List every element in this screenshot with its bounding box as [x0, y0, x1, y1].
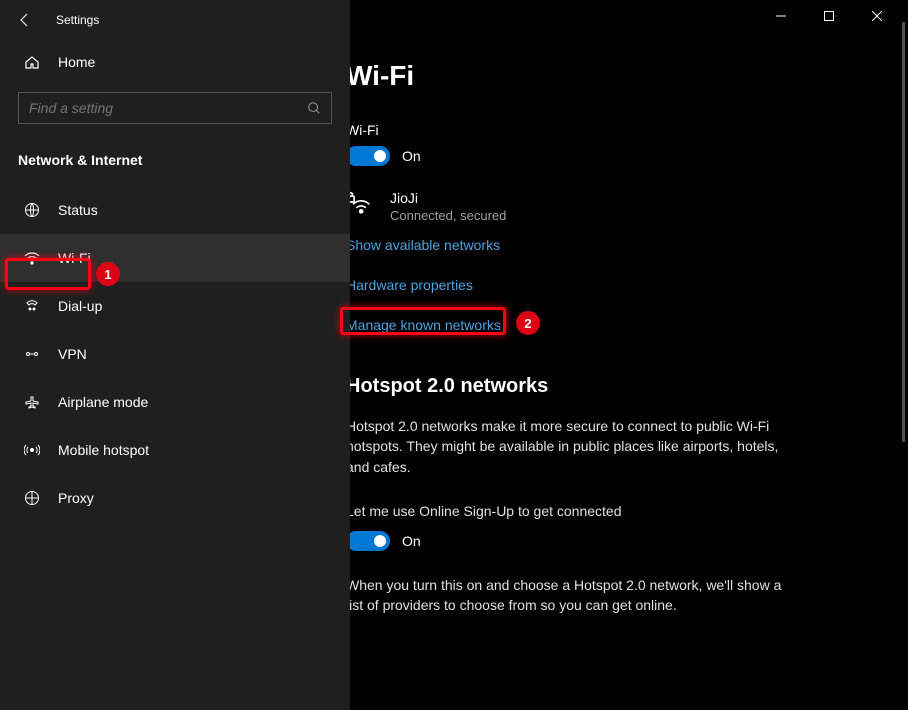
section-header: Network & Internet	[0, 138, 350, 186]
scrollbar[interactable]	[902, 0, 905, 710]
sidebar-item-label: Proxy	[58, 490, 94, 506]
sidebar-item-hotspot[interactable]: Mobile hotspot	[0, 426, 350, 474]
titlebar: Settings	[0, 0, 350, 40]
sidebar-item-proxy[interactable]: Proxy	[0, 474, 350, 522]
proxy-icon	[24, 490, 40, 506]
connection-name: JioJi	[390, 190, 506, 206]
sidebar-item-label: VPN	[58, 346, 87, 362]
connection-status: Connected, secured	[390, 208, 506, 223]
app-title: Settings	[56, 13, 99, 27]
signup-toggle-label: On	[402, 533, 421, 549]
home-nav[interactable]: Home	[0, 40, 350, 84]
wifi-secured-icon	[350, 190, 374, 214]
airplane-icon	[24, 394, 40, 410]
sidebar-item-vpn[interactable]: VPN	[0, 330, 350, 378]
current-connection: JioJi Connected, secured	[350, 190, 865, 223]
search-box[interactable]	[18, 92, 332, 124]
sidebar-item-airplane[interactable]: Airplane mode	[0, 378, 350, 426]
sidebar-item-label: Mobile hotspot	[58, 442, 149, 458]
search-input[interactable]	[29, 100, 307, 116]
sidebar-item-status[interactable]: Status	[0, 186, 350, 234]
search-icon	[307, 101, 321, 115]
hotspot-icon	[24, 442, 40, 458]
link-show-networks[interactable]: Show available networks	[350, 237, 865, 253]
annotation-badge-1: 1	[96, 262, 120, 286]
window-controls	[757, 0, 901, 32]
annotation-highlight-manage	[340, 307, 506, 335]
signup-label: Let me use Online Sign-Up to get connect…	[350, 501, 786, 521]
annotation-highlight-wifi	[5, 258, 91, 290]
back-button[interactable]	[10, 5, 40, 35]
home-icon	[24, 54, 40, 70]
main-content: Wi-Fi Wi-Fi On JioJi Connected, secured	[350, 0, 905, 710]
sidebar-item-label: Airplane mode	[58, 394, 148, 410]
link-hardware-properties[interactable]: Hardware properties	[350, 277, 865, 293]
sidebar-item-label: Status	[58, 202, 98, 218]
page-title: Wi-Fi	[350, 60, 865, 92]
wifi-subheader: Wi-Fi	[350, 122, 865, 138]
signup-body: When you turn this on and choose a Hotsp…	[350, 575, 786, 616]
wifi-toggle-label: On	[402, 148, 421, 164]
vpn-icon	[24, 346, 40, 362]
sidebar: Settings Home Network & Internet Status …	[0, 0, 350, 710]
minimize-button[interactable]	[757, 0, 805, 32]
annotation-badge-2: 2	[516, 311, 540, 335]
globe-icon	[24, 202, 40, 218]
wifi-toggle[interactable]	[350, 146, 390, 166]
signup-toggle[interactable]	[350, 531, 390, 551]
sidebar-item-label: Dial-up	[58, 298, 102, 314]
maximize-button[interactable]	[805, 0, 853, 32]
dialup-icon	[24, 298, 40, 314]
close-button[interactable]	[853, 0, 901, 32]
home-label: Home	[58, 54, 95, 70]
hotspot-header: Hotspot 2.0 networks	[350, 375, 865, 398]
hotspot-body: Hotspot 2.0 networks make it more secure…	[350, 416, 786, 477]
